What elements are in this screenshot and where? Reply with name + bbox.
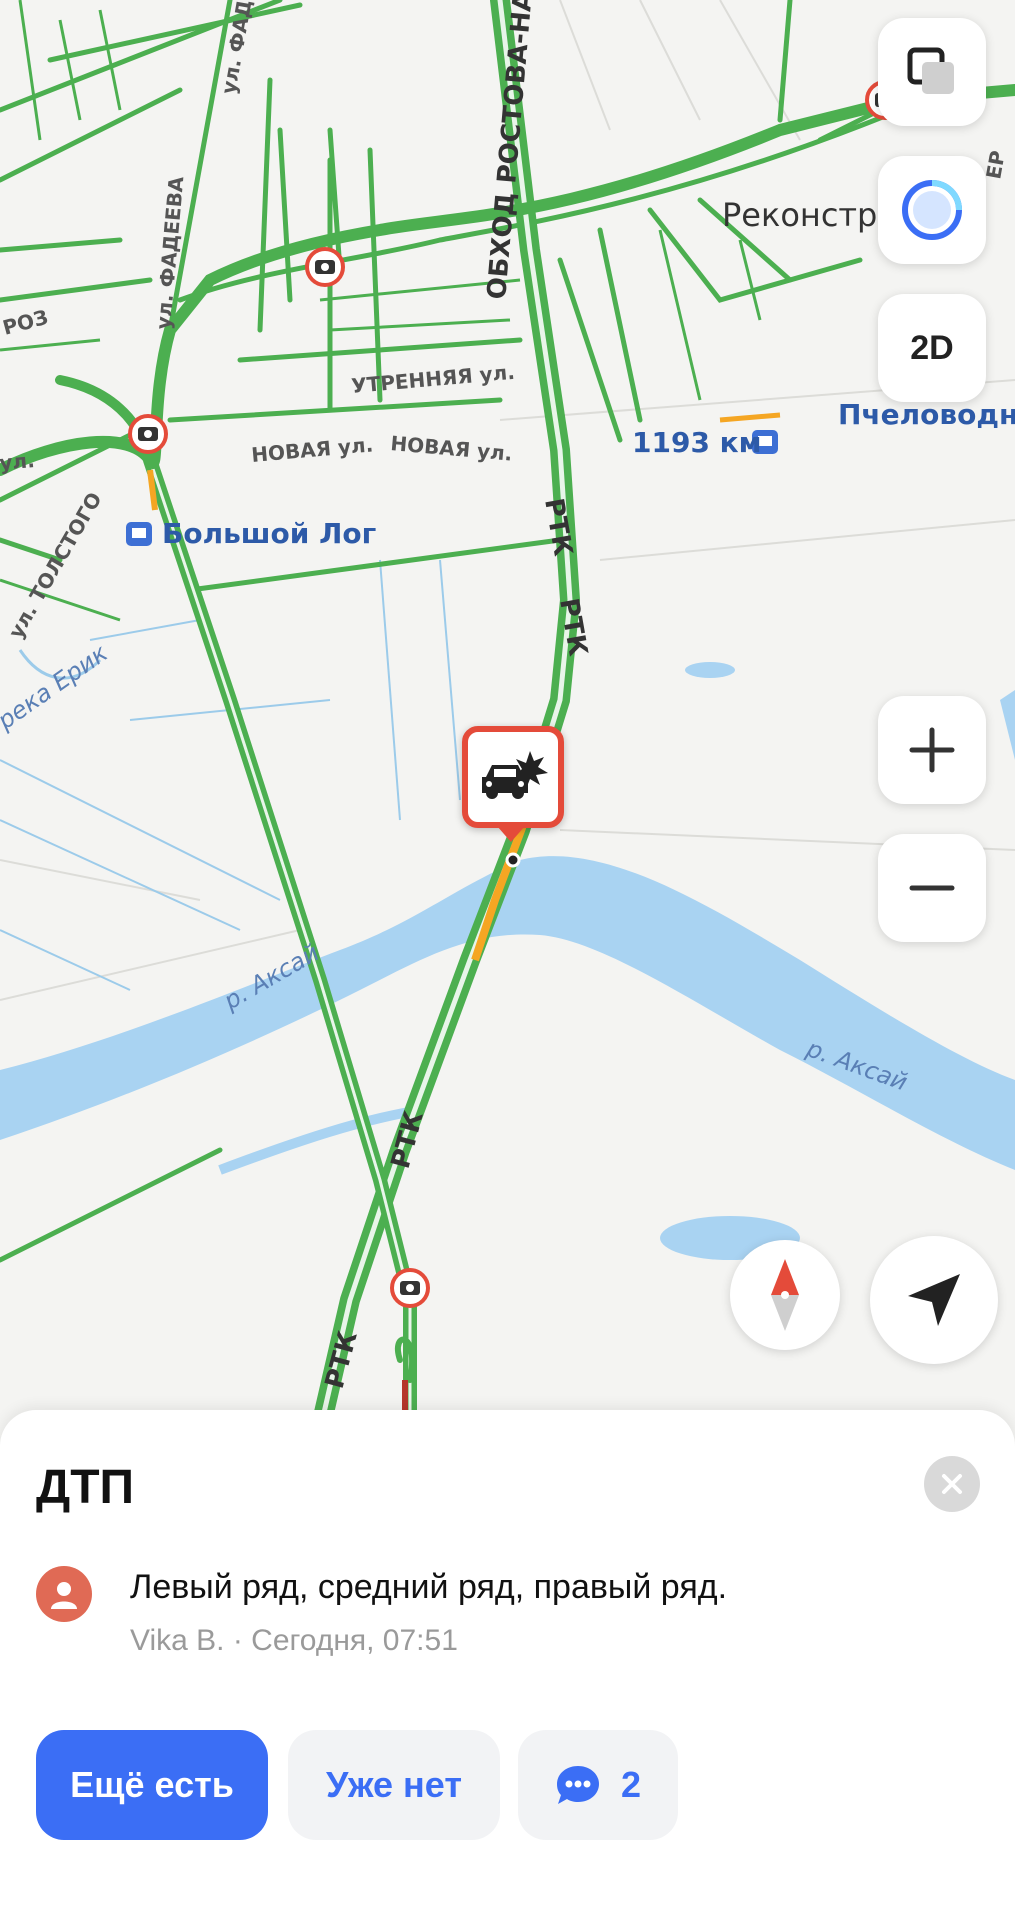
already-gone-label: Уже нет (326, 1764, 462, 1805)
alice-icon (902, 180, 962, 240)
already-gone-button[interactable]: Уже нет (288, 1730, 500, 1840)
compass-button[interactable] (730, 1240, 840, 1350)
navigation-arrow-icon (908, 1274, 960, 1326)
station-label: Большой Лог (162, 517, 376, 550)
car-crash-icon (482, 751, 548, 799)
map-label-road: ЕР (981, 149, 1010, 181)
incident-marker-pointer (497, 826, 525, 842)
incident-card: ДТП Левый ряд, средний ряд, правый ряд. … (0, 1410, 1015, 1920)
station-label: 1193 км (632, 426, 762, 459)
view-mode-label: 2D (910, 328, 954, 367)
speed-camera-icon[interactable] (305, 247, 345, 287)
layers-button[interactable] (878, 18, 986, 126)
still-there-button[interactable]: Ещё есть (36, 1730, 268, 1840)
place-label: Пчеловодна (838, 398, 1015, 431)
speed-camera-icon[interactable] (390, 1268, 430, 1308)
my-location-button[interactable] (870, 1236, 998, 1364)
zoom-in-button[interactable] (878, 696, 986, 804)
place-label: Реконстру (722, 196, 896, 234)
chat-bubble-icon (556, 1766, 599, 1804)
layers-icon (907, 47, 954, 94)
map-label-street: ул. (0, 448, 36, 475)
railway-station-icon (126, 522, 152, 546)
comment-author-time: Vika B. · Сегодня, 07:51 (130, 1624, 458, 1657)
close-button[interactable] (924, 1456, 980, 1512)
still-there-label: Ещё есть (70, 1764, 234, 1805)
speed-camera-icon[interactable] (128, 414, 168, 454)
zoom-out-button[interactable] (878, 834, 986, 942)
view-mode-2d-button[interactable]: 2D (878, 294, 986, 402)
map-canvas[interactable]: ул. ФАДЕЕВА ул. ФАДЕЕВА ОБХОД РОСТОВА-НА… (0, 0, 1015, 1430)
close-icon (942, 1474, 962, 1494)
compass-icon (771, 1259, 799, 1331)
avatar (36, 1566, 92, 1622)
incident-marker[interactable] (462, 726, 564, 828)
user-icon (51, 1582, 77, 1609)
incident-location-dot (505, 852, 521, 868)
comments-count: 2 (620, 1764, 642, 1805)
incident-title: ДТП (36, 1461, 135, 1514)
comments-button[interactable]: 2 (518, 1730, 678, 1840)
incident-comment: Левый ряд, средний ряд, правый ряд. (130, 1568, 728, 1606)
alice-assistant-button[interactable] (878, 156, 986, 264)
minus-icon (909, 885, 955, 891)
plus-icon (909, 727, 955, 773)
